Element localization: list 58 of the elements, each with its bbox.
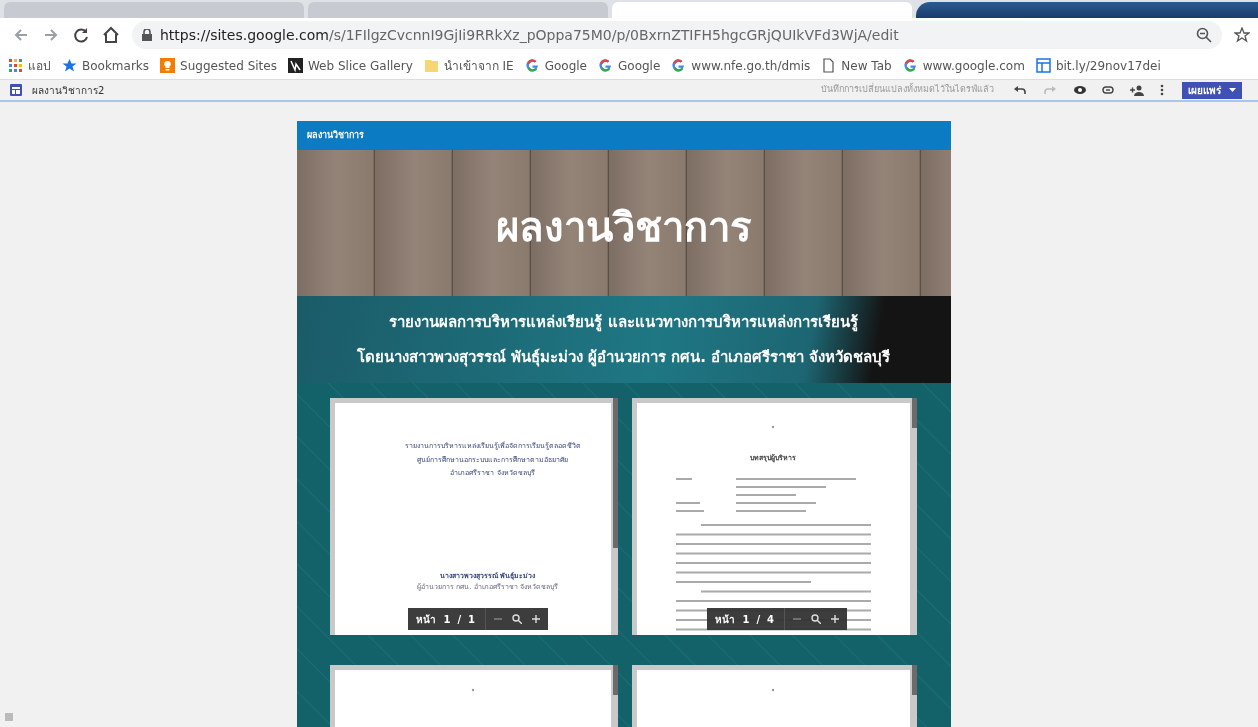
slice-icon [287,58,303,73]
scrollbar[interactable] [911,665,917,695]
bookmark-link[interactable]: แอป [8,56,51,75]
reload-icon[interactable] [72,26,90,44]
bookmark-link[interactable]: Suggested Sites [160,56,277,75]
page-label: หน้า [414,612,437,627]
zoom-in-icon[interactable] [532,615,540,623]
google-icon [671,58,687,73]
subtitle-text: รายงานผลการบริหารแหล่งเรียนรู้ และแนวทางการบริหารแหล่งการเรียนรู้ [389,312,858,334]
add-person-icon[interactable] [1130,84,1144,96]
url-text: https://sites.google.com/s/1FIlgzCvcnnI9GjIi9RRkXz_pOppa75M0/p/0BxrnZTIFH5hgcGRjQUIkVFd3WjA/edit [160,25,899,45]
address-bar[interactable]: https://sites.google.com/s/1FIlgzCvcnnI9GjIi9RRkXz_pOppa75M0/p/0BxrnZTIFH5hgcGRjQUIkVFd3WjA/edit [132,21,1222,49]
caret-icon [1229,88,1236,92]
save-status: บันทึกการเปลี่ยนแปลงทั้งหมดไว้ในไดรฟ์แล้ว [821,83,994,97]
page-mark [771,425,775,429]
site-icon [10,84,22,96]
bookmark-link[interactable]: Google [524,56,587,75]
site-header: ผลงานวิชาการ [296,121,951,150]
star-icon [62,58,77,73]
google-icon [524,58,540,73]
site-name: ผลงานวิชาการ2 [32,83,105,98]
page-mark [771,688,775,692]
home-icon[interactable] [102,26,120,44]
bookmark-link[interactable]: www.google.com [902,56,1025,75]
zoom-out-icon[interactable] [1196,27,1212,43]
bookmark-link[interactable]: Web Slice Gallery [287,56,413,75]
bookmark-link[interactable]: www.nfe.go.th/dmis [671,56,811,75]
link-icon[interactable] [1102,86,1114,94]
hero-title: ผลงานวิชาการ [496,203,751,252]
bookmark-link[interactable]: นำเข้าจาก IE [423,56,514,75]
page-label: หน้า [713,612,736,627]
lightbulb-icon [160,58,176,73]
scrollbar[interactable] [612,398,618,548]
zoom-in-icon[interactable] [831,615,839,623]
publish-button[interactable]: เผยแพร่ [1182,81,1242,99]
preview-icon[interactable] [1074,85,1086,95]
google-icon [598,58,613,73]
bookmark-link[interactable]: New Tab [821,56,892,75]
bookmark-link[interactable]: bit.ly/29nov17dei [1035,56,1161,75]
star-icon[interactable] [1234,27,1250,43]
undo-icon[interactable] [1014,85,1026,95]
zoom-icon[interactable] [811,614,821,624]
subtitle-text: โดยนางสาวพวงสุวรรณ์ พันธุ์มะม่วง ผู้อำนวยการ กศน. อำเภอศรีราชา จังหวัดชลบุรี [356,346,891,368]
scrollbar[interactable] [911,398,917,428]
page-count: 1 / 4 [742,612,775,627]
lock-icon [142,29,152,41]
apps-grid-icon [8,58,23,73]
bookmark-link[interactable]: Bookmarks [62,56,150,75]
page-icon [5,713,13,721]
folder-icon [423,58,439,73]
page-count: 1 / 1 [443,612,476,627]
zoom-icon[interactable] [512,614,522,624]
more-icon[interactable] [1160,84,1164,96]
google-icon [902,58,918,73]
bookmark-link[interactable]: Google [598,56,661,75]
layout-icon [1035,58,1051,73]
page-icon [821,58,837,73]
scrollbar[interactable] [612,665,618,695]
